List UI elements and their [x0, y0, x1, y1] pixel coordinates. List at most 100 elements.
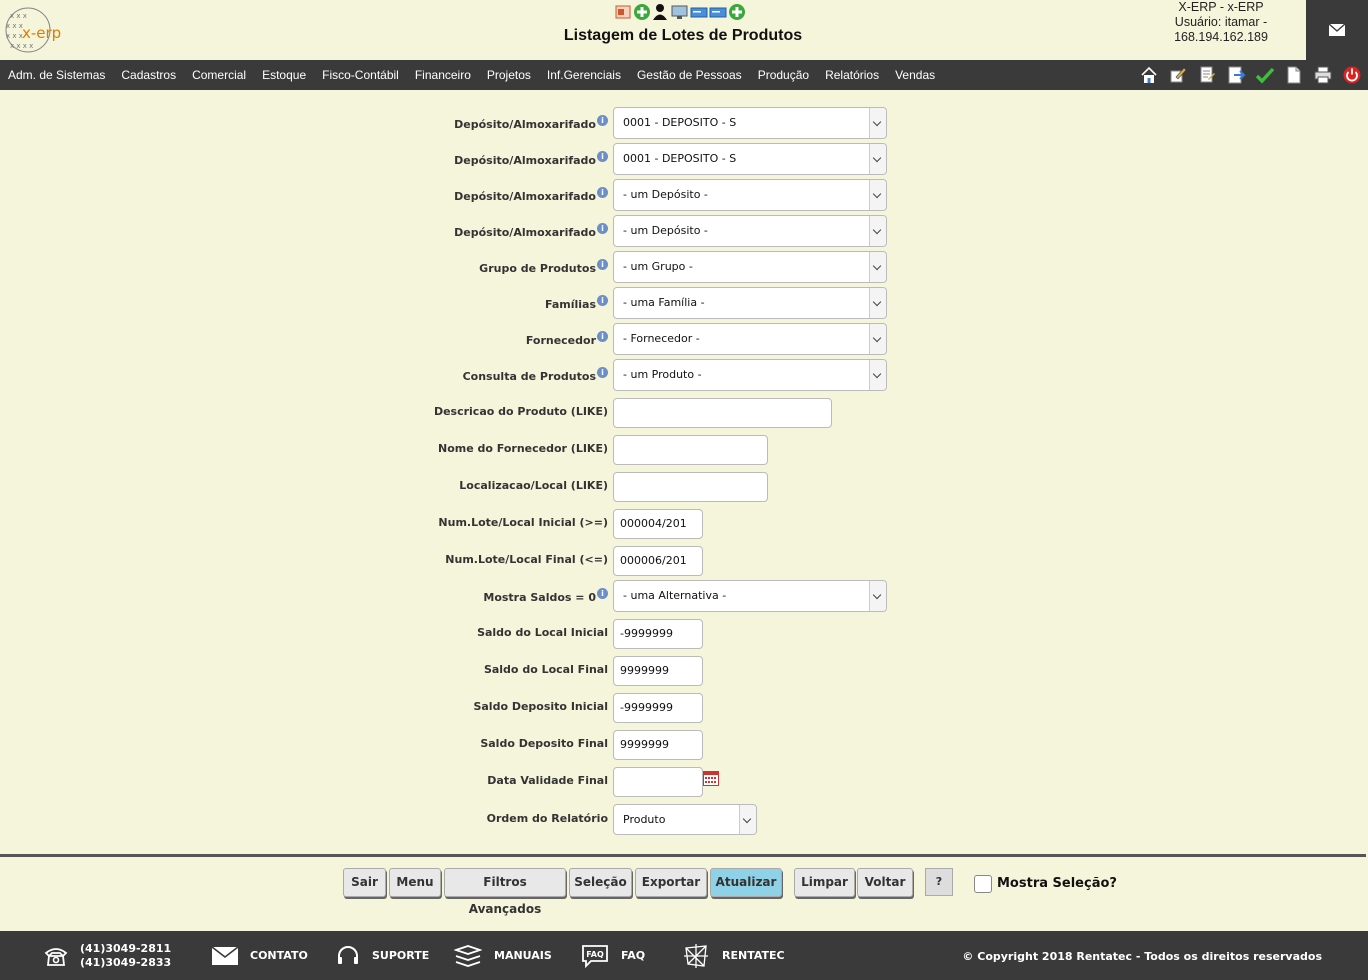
nav-item-vendas[interactable]: Vendas — [895, 68, 935, 82]
limpar-button[interactable]: Limpar — [794, 868, 855, 897]
chevron-down-icon[interactable] — [869, 252, 886, 282]
mostra-saldos-select[interactable]: - uma Alternativa - — [613, 580, 887, 612]
saldo-deposito-inicial-input[interactable]: -9999999 — [613, 693, 703, 723]
document-icon[interactable] — [1284, 65, 1304, 85]
saldo-deposito-final-input[interactable]: 9999999 — [613, 730, 703, 760]
info-icon[interactable]: i — [597, 151, 608, 162]
info-icon[interactable]: i — [597, 115, 608, 126]
field-label: Num.Lote/Local Final (<=) — [445, 553, 608, 566]
books-icon — [454, 944, 482, 967]
nav-item-producao[interactable]: Produção — [758, 68, 809, 82]
chevron-down-icon[interactable] — [869, 144, 886, 174]
footer-manuais[interactable]: MANUAIS — [454, 931, 552, 980]
export-icon[interactable] — [1226, 65, 1246, 85]
chevron-down-icon[interactable] — [869, 324, 886, 354]
chevron-down-icon[interactable] — [869, 108, 886, 138]
nav-item-cadastros[interactable]: Cadastros — [121, 68, 176, 82]
info-icon[interactable]: i — [597, 295, 608, 306]
field-label: Saldo Deposito Inicial — [473, 700, 608, 713]
print-icon[interactable] — [1313, 65, 1333, 85]
divider — [0, 854, 1366, 857]
sair-button[interactable]: Sair — [343, 868, 386, 897]
deposito-select-1[interactable]: 0001 - DEPOSITO - S — [613, 107, 887, 139]
chevron-down-icon[interactable] — [869, 288, 886, 318]
nav-item-estoque[interactable]: Estoque — [262, 68, 306, 82]
add-icon[interactable] — [633, 3, 651, 21]
footer-suporte[interactable]: SUPORTE — [336, 931, 429, 980]
field-label: Localizacao/Local (LIKE) — [459, 479, 608, 492]
monitor-icon[interactable] — [671, 3, 689, 21]
selecao-button[interactable]: Seleção — [569, 868, 632, 897]
help-button[interactable]: ? — [925, 868, 953, 896]
info-icon[interactable]: i — [597, 259, 608, 270]
chevron-down-icon[interactable] — [869, 581, 886, 611]
filtros-avancados-button[interactable]: Filtros Avançados — [444, 868, 566, 916]
fornecedor-select[interactable]: - Fornecedor - — [613, 323, 887, 355]
home-icon[interactable] — [1139, 65, 1159, 85]
descricao-produto-input[interactable] — [613, 398, 832, 428]
chevron-down-icon[interactable] — [869, 216, 886, 246]
field-label: Consulta de Produtos i — [463, 367, 608, 383]
data-validade-input[interactable] — [613, 767, 703, 797]
nav-item-financeiro[interactable]: Financeiro — [415, 68, 471, 82]
nav-item-projetos[interactable]: Projetos — [487, 68, 531, 82]
copyright: © Copyright 2018 Rentatec - Todos os dir… — [962, 950, 1322, 963]
header: x x x x x x x x x x x x x x-erp Listagem… — [0, 0, 1368, 60]
voltar-button[interactable]: Voltar — [857, 868, 913, 897]
nav-item-adm-sistemas[interactable]: Adm. de Sistemas — [8, 68, 105, 82]
field-label: Famílias i — [545, 295, 608, 311]
footer-rentatec[interactable]: RENTATEC — [682, 931, 785, 980]
field-label: Depósito/Almoxarifado i — [454, 187, 608, 203]
power-icon[interactable] — [1342, 65, 1362, 85]
chevron-down-icon[interactable] — [869, 360, 886, 390]
info-icon[interactable]: i — [597, 331, 608, 342]
rentatec-logo-icon — [684, 943, 708, 968]
faq-icon: FAQ — [582, 944, 608, 968]
deposito-select-4[interactable]: - um Depósito - — [613, 215, 887, 247]
ordem-relatorio-select[interactable]: Produto — [613, 804, 757, 835]
footer-contato-label: CONTATO — [250, 949, 308, 962]
mostra-selecao-checkbox[interactable] — [974, 875, 992, 893]
lote-inicial-input[interactable]: 000004/201 — [613, 509, 703, 539]
check-icon[interactable] — [1255, 65, 1275, 85]
card-icon[interactable] — [690, 3, 708, 21]
calendar-icon[interactable] — [703, 771, 719, 786]
chevron-down-icon[interactable] — [739, 805, 756, 834]
info-icon[interactable]: i — [597, 367, 608, 378]
grupo-produtos-select[interactable]: - um Grupo - — [613, 251, 887, 283]
footer-faq[interactable]: FAQ FAQ — [581, 931, 645, 980]
field-label: Grupo de Produtos i — [479, 259, 608, 275]
chevron-down-icon[interactable] — [869, 180, 886, 210]
add-icon[interactable] — [728, 3, 746, 21]
localizacao-input[interactable] — [613, 472, 768, 502]
deposito-select-2[interactable]: 0001 - DEPOSITO - S — [613, 143, 887, 175]
info-icon[interactable]: i — [597, 187, 608, 198]
nav-item-fisco-contabil[interactable]: Fisco-Contábil — [322, 68, 399, 82]
edit-icon[interactable] — [1168, 65, 1188, 85]
nav-item-gestao-pessoas[interactable]: Gestão de Pessoas — [637, 68, 742, 82]
notes-icon[interactable] — [1197, 65, 1217, 85]
saldo-local-inicial-input[interactable]: -9999999 — [613, 619, 703, 649]
nome-fornecedor-input[interactable] — [613, 435, 768, 465]
user-icon[interactable] — [652, 3, 670, 21]
familias-select[interactable]: - uma Família - — [613, 287, 887, 319]
footer-contato[interactable]: CONTATO — [212, 931, 308, 980]
mail-button[interactable] — [1306, 0, 1368, 60]
exportar-button[interactable]: Exportar — [635, 868, 707, 897]
report-icon[interactable] — [614, 3, 632, 21]
nav-item-relatorios[interactable]: Relatórios — [825, 68, 879, 82]
lote-final-input[interactable]: 000006/201 — [613, 546, 703, 576]
produto-select[interactable]: - um Produto - — [613, 359, 887, 391]
footer-phone-2: (41)3049-2833 — [80, 955, 172, 969]
saldo-local-final-input[interactable]: 9999999 — [613, 656, 703, 686]
field-label: Nome do Fornecedor (LIKE) — [438, 442, 608, 455]
field-label: Depósito/Almoxarifado i — [454, 115, 608, 131]
atualizar-button[interactable]: Atualizar — [710, 868, 782, 897]
info-icon[interactable]: i — [597, 223, 608, 234]
nav-item-comercial[interactable]: Comercial — [192, 68, 246, 82]
deposito-select-3[interactable]: - um Depósito - — [613, 179, 887, 211]
info-icon[interactable]: i — [597, 588, 608, 599]
card-icon[interactable] — [709, 3, 727, 21]
nav-item-inf-gerenciais[interactable]: Inf.Gerenciais — [547, 68, 621, 82]
menu-button[interactable]: Menu — [389, 868, 441, 897]
